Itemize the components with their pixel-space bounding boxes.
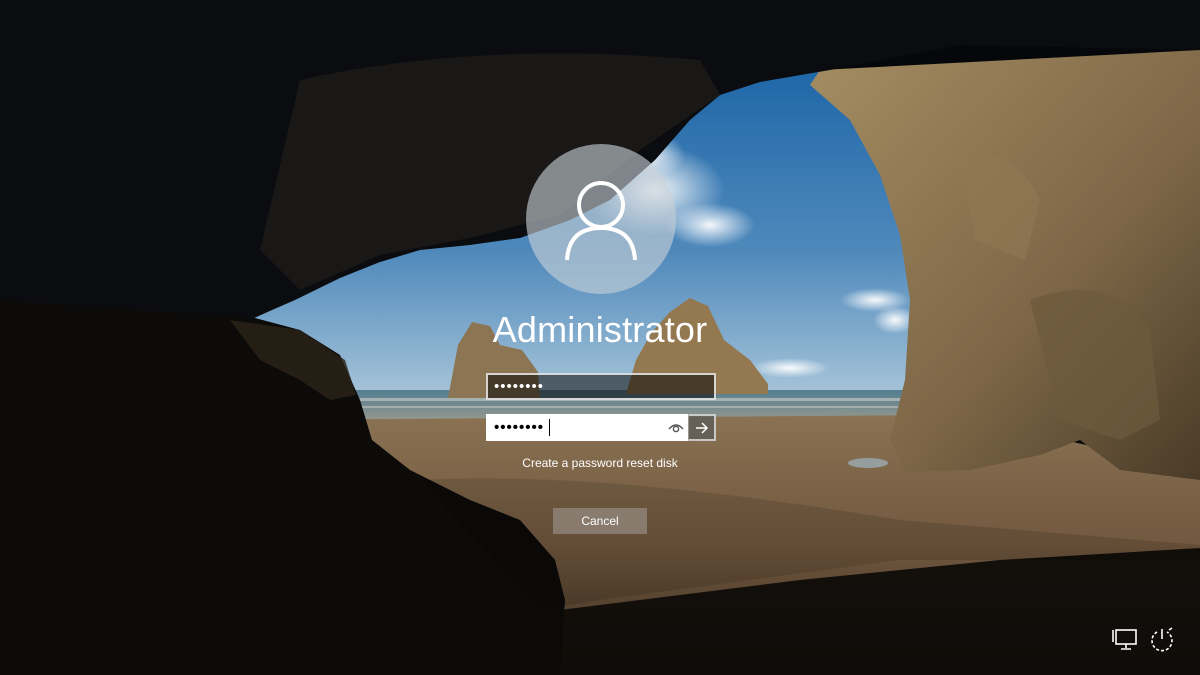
lock-screen: Administrator Create a password reset di… [0, 0, 1200, 675]
cancel-button[interactable]: Cancel [553, 508, 647, 534]
text-caret [549, 419, 550, 436]
arrow-right-icon [695, 421, 708, 434]
user-avatar [526, 144, 676, 294]
new-password-input[interactable] [486, 414, 688, 441]
power-icon[interactable] [1148, 626, 1176, 654]
password-reset-link[interactable]: Create a password reset disk [450, 456, 750, 470]
network-icon[interactable] [1111, 626, 1139, 654]
submit-button[interactable] [688, 414, 716, 441]
user-silhouette-icon [565, 181, 637, 261]
eye-icon[interactable] [666, 417, 686, 438]
login-panel: Administrator Create a password reset di… [0, 0, 1200, 675]
new-password-row [486, 414, 716, 441]
username-title: Administrator [492, 309, 708, 350]
current-password-input[interactable] [486, 373, 716, 400]
